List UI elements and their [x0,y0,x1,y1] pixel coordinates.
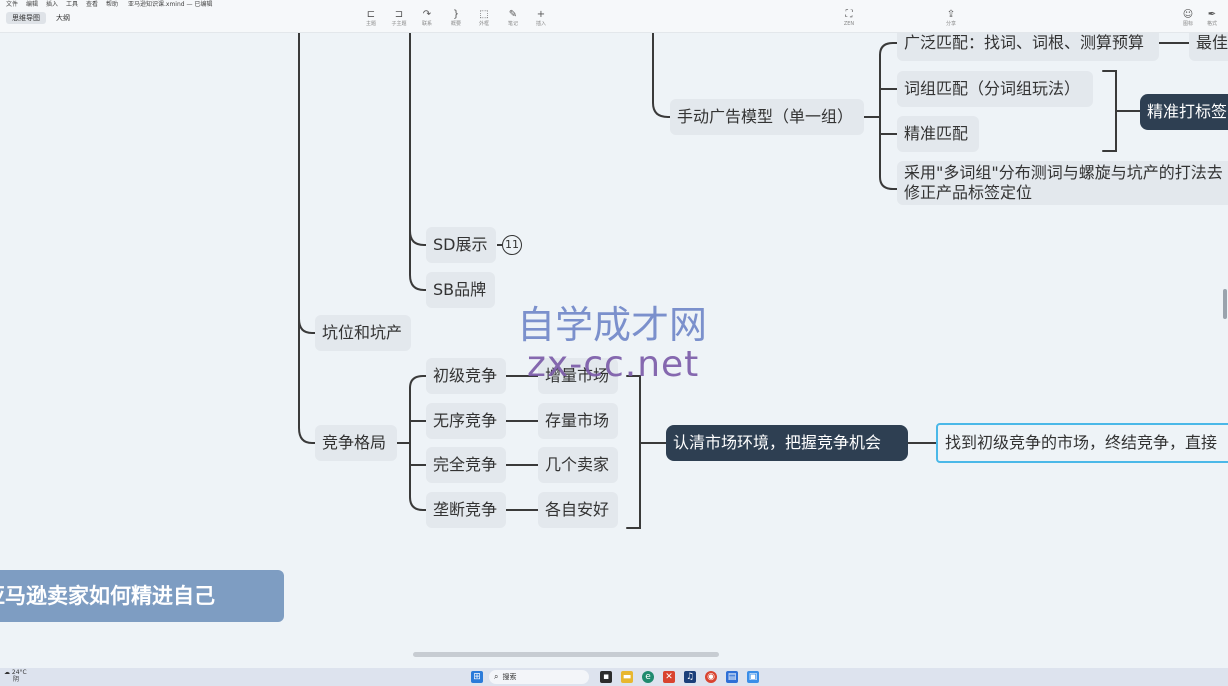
chrome-icon[interactable]: ◉ [705,671,717,683]
summary-market-environment[interactable]: 认清市场环境，把握竞争机会 [666,425,908,461]
topic-competition-type[interactable]: 初级竞争 [426,358,506,394]
icon-panel-icon: ☺ [1182,9,1194,20]
topic-sd-display[interactable]: SD展示 [426,227,496,263]
collapsed-count-badge[interactable]: 11 [502,235,522,255]
files-icon[interactable]: ▪ [600,671,612,683]
topic-icon: ⊏ [366,9,376,20]
topic-market-type[interactable]: 存量市场 [538,403,618,439]
topic-competition[interactable]: 竞争格局 [315,425,397,461]
topic-broad-next[interactable]: 最佳 [1189,33,1228,61]
edge-icon[interactable]: e [642,671,654,683]
relationship-icon: ↷ [422,9,432,20]
boundary-button[interactable]: ⬚ 外框 [471,8,497,32]
topic-phrase-match[interactable]: 词组匹配（分词组玩法） [897,71,1093,107]
summary-button[interactable]: } 概要 [443,8,469,32]
music-icon[interactable]: ♫ [684,671,696,683]
note-button[interactable]: ✎ 笔记 [500,8,526,32]
share-icon: ⇪ [946,9,956,20]
tab-mindmap[interactable]: 思维导图 [6,12,46,24]
topic-market-type[interactable]: 各自安好 [538,492,618,528]
watermark-logo: 自学成才网 [517,303,708,347]
start-icon[interactable]: ⊞ [471,671,483,683]
topic-find-primary-market[interactable]: 找到初级竞争的市场，终结竞争，直接 [936,423,1228,463]
xmind-icon[interactable]: ▣ [747,671,759,683]
insert-icon: + [536,9,546,20]
subtopic-icon: ⊐ [394,9,404,20]
horizontal-scrollbar[interactable] [0,650,1228,659]
tab-outline[interactable]: 大纲 [50,12,76,24]
folder-icon[interactable]: ▬ [621,671,633,683]
windows-taskbar: ☁ 24°C 阴 ⊞ ⌕ 搜索 ▪ ▬ e ✕ ♫ ◉ ▤ ▣ [0,668,1228,686]
summary-exact-tag[interactable]: 精准打标签 [1140,94,1228,130]
menu-view[interactable]: 查看 [86,0,98,8]
cloud-icon: ☁ [4,669,10,676]
note-icon: ✎ [508,9,518,20]
vertical-scrollbar[interactable] [1223,289,1227,319]
format-panel-icon: ✒ [1207,9,1217,20]
zen-mode-button[interactable]: ⛶ ZEN [836,8,862,32]
weather-widget[interactable]: ☁ 24°C 阴 [4,669,27,683]
summary-icon: } [452,9,460,20]
topic-market-type[interactable]: 几个卖家 [538,447,618,483]
topic-competition-type[interactable]: 垄断竞争 [426,492,506,528]
topic-exact-match[interactable]: 精准匹配 [897,116,979,152]
topic-button[interactable]: ⊏ 主题 [358,8,384,32]
topic-competition-type[interactable]: 无序竞争 [426,403,506,439]
toolbar: 思维导图 大纲 ⊏ 主题 ⊐ 子主题 ↷ 联系 } 概要 ⬚ 外框 ✎ 笔记 +… [0,8,1228,33]
format-panel-button[interactable]: ✒ 格式 [1199,8,1225,32]
topic-sb-brand[interactable]: SB品牌 [426,272,495,308]
relationship-button[interactable]: ↷ 联系 [414,8,440,32]
app-icon[interactable]: ✕ [663,671,675,683]
menu-insert[interactable]: 插入 [46,0,58,8]
boundary-icon: ⬚ [479,9,489,20]
mindmap-canvas[interactable]: 手动广告模型（单一组） 广泛匹配：找词、词根、测算预算 最佳 词组匹配（分词组玩… [0,33,1228,650]
menu-bar: 文件 编辑 插入 工具 查看 帮助 亚马逊知识课.xmind — 已编辑 [0,0,1228,8]
menu-file[interactable]: 文件 [6,0,18,8]
topic-keng-wei[interactable]: 坑位和坑产 [315,315,411,351]
insert-button[interactable]: + 插入 [528,8,554,32]
central-topic[interactable]: 亚马逊卖家如何精进自己 [0,570,284,622]
zen-mode-icon: ⛶ [845,9,853,20]
notepad-icon[interactable]: ▤ [726,671,738,683]
topic-broad-match[interactable]: 广泛匹配：找词、词根、测算预算 [897,33,1159,61]
menu-help[interactable]: 帮助 [106,0,118,8]
topic-manual-ads[interactable]: 手动广告模型（单一组） [670,99,864,135]
subtopic-button[interactable]: ⊐ 子主题 [386,8,412,32]
icon-panel-button[interactable]: ☺ 图标 [1175,8,1201,32]
watermark-url: zx-cc.net [527,344,700,385]
menu-edit[interactable]: 编辑 [26,0,38,8]
taskbar-search[interactable]: ⌕ 搜索 [489,670,589,684]
scrollbar-thumb[interactable] [413,652,719,657]
document-title: 亚马逊知识课.xmind — 已编辑 [128,1,213,8]
search-icon: ⌕ [494,672,499,681]
share-button[interactable]: ⇪ 分享 [938,8,964,32]
topic-competition-type[interactable]: 完全竞争 [426,447,506,483]
menu-tools[interactable]: 工具 [66,0,78,8]
topic-multi-group[interactable]: 采用"多词组"分布测词与螺旋与坑产的打法去修正产品标签定位 [897,161,1228,205]
